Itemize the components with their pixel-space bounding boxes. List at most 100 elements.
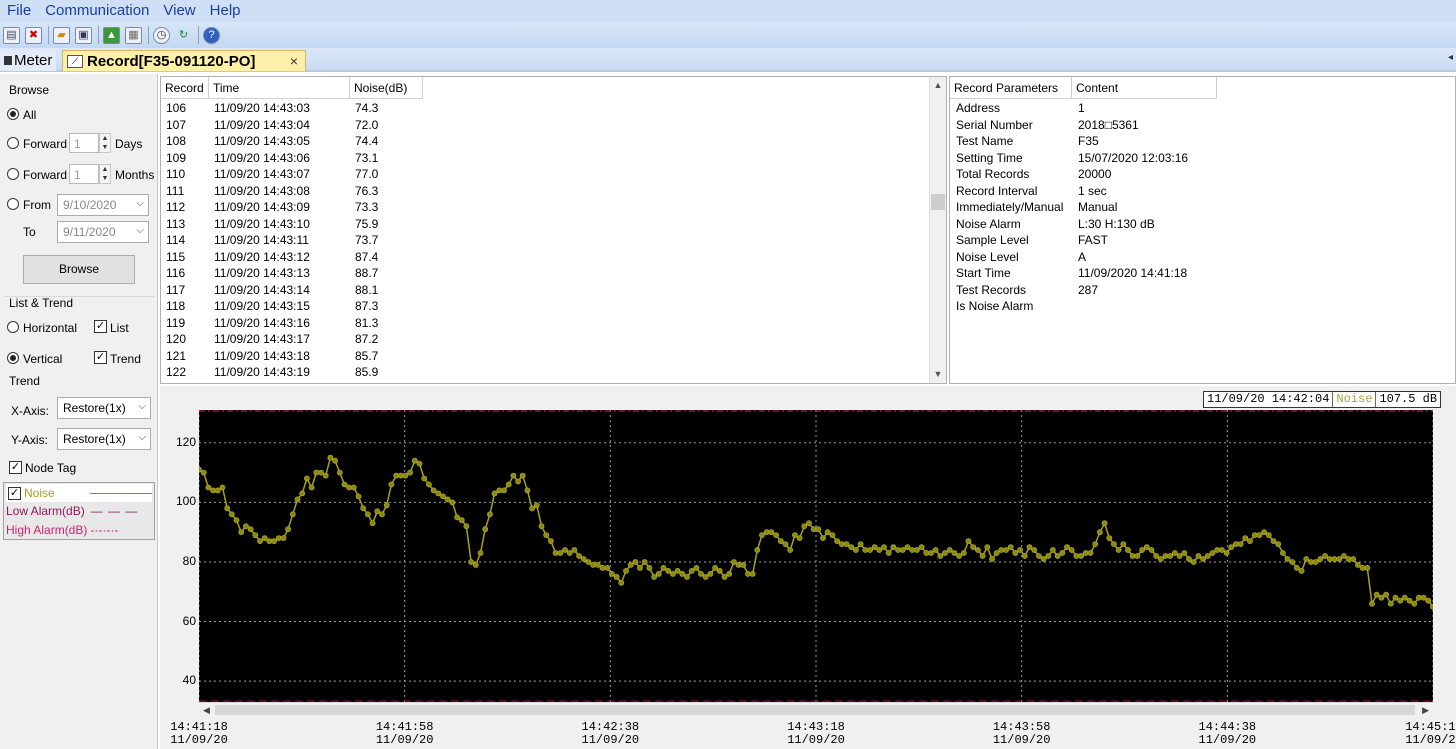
scroll-down-icon[interactable]: ▼ <box>930 366 946 383</box>
trend-checkbox[interactable]: ✓ <box>94 351 107 364</box>
radio-vertical[interactable] <box>7 352 19 364</box>
radio-horizontal[interactable] <box>7 321 19 333</box>
radio-all[interactable] <box>7 108 19 120</box>
list-checkbox[interactable]: ✓ <box>94 320 107 333</box>
table-row[interactable]: 119 11/09/20 14:43:16 81.3 <box>161 315 929 332</box>
chart-horizontal-scrollbar[interactable]: ◀ ▶ <box>199 702 1433 716</box>
scroll-left-icon[interactable]: ◀ <box>203 703 210 717</box>
menu-file[interactable]: File <box>0 0 38 22</box>
parameter-row[interactable]: Address 1 <box>950 100 1450 117</box>
parameter-row[interactable]: Test Name F35 <box>950 133 1450 150</box>
clipboard-icon[interactable]: ▦ <box>125 26 142 44</box>
months-spinner-input[interactable]: 1 <box>69 164 99 184</box>
noise-data-point <box>843 541 850 547</box>
legend-low-alarm-line: — — — <box>90 504 139 518</box>
parameter-row[interactable]: Record Interval 1 sec <box>950 183 1450 200</box>
open-folder-icon[interactable]: ▰ <box>53 26 70 44</box>
menu-communication[interactable]: Communication <box>38 0 156 22</box>
table-row[interactable]: 110 11/09/20 14:43:07 77.0 <box>161 166 929 183</box>
noise-data-point <box>1420 594 1427 601</box>
export-icon[interactable]: ▲ <box>103 26 120 44</box>
record-cell: 114 <box>166 233 186 247</box>
column-header-record-parameters[interactable]: Record Parameters <box>950 77 1072 99</box>
tab-scroll-left-icon[interactable]: ◂ <box>1448 52 1453 63</box>
table-row[interactable]: 113 11/09/20 14:43:10 75.9 <box>161 216 929 233</box>
help-icon[interactable]: ? <box>203 26 220 44</box>
scroll-thumb[interactable] <box>931 194 945 210</box>
radio-forward-months[interactable] <box>7 168 19 180</box>
column-header-content[interactable]: Content <box>1072 77 1217 99</box>
y-axis-zoom-select[interactable]: Restore(1x) ⌵ <box>57 428 151 450</box>
x-axis-zoom-select[interactable]: Restore(1x) ⌵ <box>57 397 151 419</box>
table-row[interactable]: 121 11/09/20 14:43:18 85.7 <box>161 348 929 365</box>
parameter-row[interactable]: Sample Level FAST <box>950 232 1450 249</box>
tab-meter[interactable]: Meter <box>0 50 57 71</box>
from-date-picker[interactable]: 9/10/2020 ⌵ <box>57 194 149 216</box>
records-vertical-scrollbar[interactable]: ▲ ▼ <box>929 77 946 383</box>
legend-noise-checkbox[interactable]: ✓ <box>8 486 21 500</box>
legend-noise[interactable]: ✓ Noise <box>6 484 152 502</box>
days-spinner-buttons[interactable]: ▲ ▼ <box>99 133 111 153</box>
parameter-row[interactable]: Noise Alarm L:30 H:130 dB <box>950 216 1450 233</box>
meter-icon[interactable]: ▤ <box>3 26 20 44</box>
noise-data-point <box>871 544 878 550</box>
parameter-row[interactable]: Test Records 287 <box>950 282 1450 299</box>
close-tab-icon[interactable]: × <box>290 53 298 69</box>
table-row[interactable]: 114 11/09/20 14:43:11 73.7 <box>161 232 929 249</box>
save-icon[interactable]: ▣ <box>75 26 92 44</box>
noise-data-point <box>824 529 831 536</box>
noise-data-point <box>529 505 535 512</box>
menu-help[interactable]: Help <box>203 0 248 22</box>
parameter-row[interactable]: Serial Number 2018□5361 <box>950 117 1450 134</box>
scroll-up-icon[interactable]: ▲ <box>930 77 946 94</box>
menu-view[interactable]: View <box>156 0 202 22</box>
noise-data-point <box>702 573 709 580</box>
radio-forward-months-label: Forward <box>23 168 68 182</box>
noise-data-point <box>604 564 611 571</box>
table-row[interactable]: 118 11/09/20 14:43:15 87.3 <box>161 298 929 315</box>
noise-data-point <box>1223 550 1230 556</box>
table-row[interactable]: 107 11/09/20 14:43:04 72.0 <box>161 117 929 134</box>
table-row[interactable]: 120 11/09/20 14:43:17 87.2 <box>161 331 929 348</box>
table-row[interactable]: 122 11/09/20 14:43:19 85.9 <box>161 364 929 381</box>
scroll-right-icon[interactable]: ▶ <box>1422 703 1429 717</box>
table-row[interactable]: 117 11/09/20 14:43:14 88.1 <box>161 282 929 299</box>
to-date-picker[interactable]: 9/11/2020 ⌵ <box>57 221 149 243</box>
days-spinner-input[interactable]: 1 <box>69 133 99 153</box>
column-header-noise[interactable]: Noise(dB) <box>350 77 423 99</box>
parameter-row[interactable]: Setting Time 15/07/2020 12:03:16 <box>950 150 1450 167</box>
refresh-icon[interactable]: ↻ <box>175 27 192 44</box>
noise-data-point <box>1139 547 1145 553</box>
noise-data-point <box>1040 556 1047 562</box>
table-row[interactable]: 109 11/09/20 14:43:06 73.1 <box>161 150 929 167</box>
noise-data-point <box>1050 547 1056 553</box>
table-row[interactable]: 106 11/09/20 14:43:03 74.3 <box>161 100 929 117</box>
table-row[interactable]: 108 11/09/20 14:43:05 74.4 <box>161 133 929 150</box>
noise-data-point <box>951 550 958 556</box>
column-header-record[interactable]: Record <box>161 77 209 99</box>
parameter-row[interactable]: Start Time 11/09/2020 14:41:18 <box>950 265 1450 282</box>
noise-data-point <box>1237 541 1244 547</box>
table-row[interactable]: 115 11/09/20 14:43:12 87.4 <box>161 249 929 266</box>
noise-data-point <box>501 487 507 494</box>
parameter-row[interactable]: Immediately/Manual Manual <box>950 199 1450 216</box>
noise-data-point <box>848 544 855 550</box>
parameter-row[interactable]: Total Records 20000 <box>950 166 1450 183</box>
table-row[interactable]: 111 11/09/20 14:43:08 76.3 <box>161 183 929 200</box>
browse-button[interactable]: Browse <box>23 255 135 284</box>
noise-data-point <box>740 561 747 568</box>
chart-scroll-thumb[interactable] <box>215 705 1415 715</box>
table-row[interactable]: 112 11/09/20 14:43:09 73.3 <box>161 199 929 216</box>
table-row[interactable]: 116 11/09/20 14:43:13 88.7 <box>161 265 929 282</box>
radio-from[interactable] <box>7 198 19 210</box>
column-header-time[interactable]: Time <box>209 77 350 99</box>
delete-icon[interactable]: ✖ <box>25 26 42 44</box>
parameter-row[interactable]: Is Noise Alarm <box>950 298 1450 315</box>
tab-record[interactable]: ⟋ Record[F35-091120-PO] × <box>62 50 306 71</box>
months-spinner-buttons[interactable]: ▲ ▼ <box>99 164 111 184</box>
radio-forward-days[interactable] <box>7 137 19 149</box>
parameter-row[interactable]: Noise Level A <box>950 249 1450 266</box>
trend-plot[interactable] <box>196 410 1436 702</box>
clock-icon[interactable]: ◷ <box>153 26 170 44</box>
node-tag-checkbox[interactable]: ✓ <box>9 461 22 474</box>
